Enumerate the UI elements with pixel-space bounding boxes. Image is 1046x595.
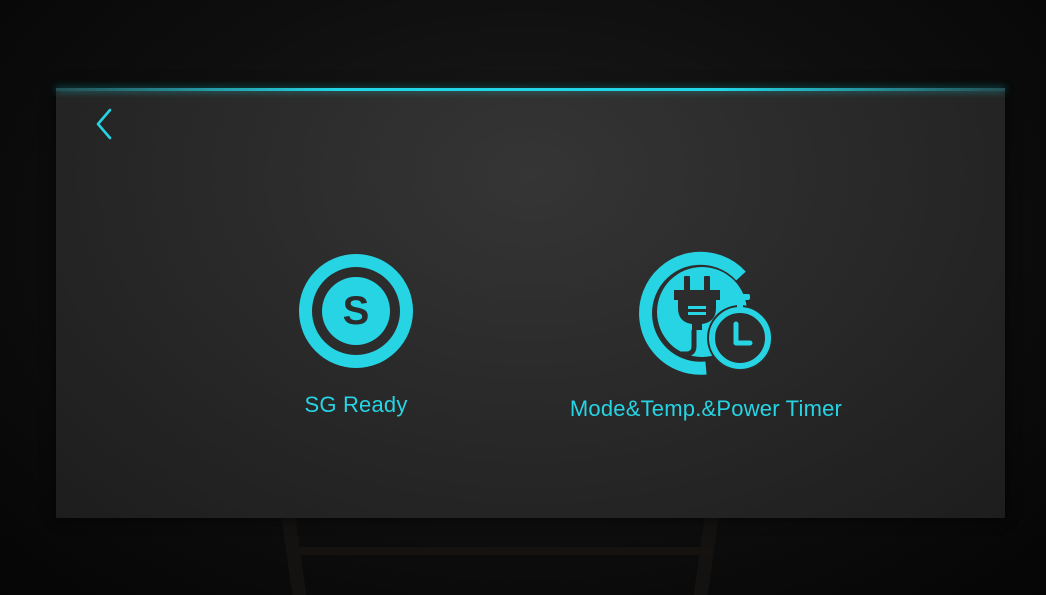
sg-ready-icon: S bbox=[299, 254, 413, 368]
sg-ready-label: SG Ready bbox=[304, 392, 408, 417]
sg-ready-tile[interactable]: S SG Ready bbox=[246, 246, 466, 418]
panel-accent-line bbox=[56, 88, 1005, 91]
mode-temp-power-timer-tile[interactable]: Mode&Temp.&Power Timer bbox=[526, 246, 886, 422]
plug-timer-icon bbox=[639, 251, 773, 375]
stand-crossbar bbox=[300, 547, 710, 555]
settings-panel: S SG Ready Mode&Temp.&Power Timer bbox=[56, 88, 1005, 518]
mode-temp-power-timer-label: Mode&Temp.&Power Timer bbox=[569, 396, 843, 421]
screen-background: S SG Ready Mode&Temp.&Power Timer bbox=[0, 0, 1046, 595]
back-button[interactable] bbox=[90, 106, 120, 142]
svg-text:S: S bbox=[343, 289, 370, 333]
chevron-left-icon bbox=[96, 108, 112, 140]
